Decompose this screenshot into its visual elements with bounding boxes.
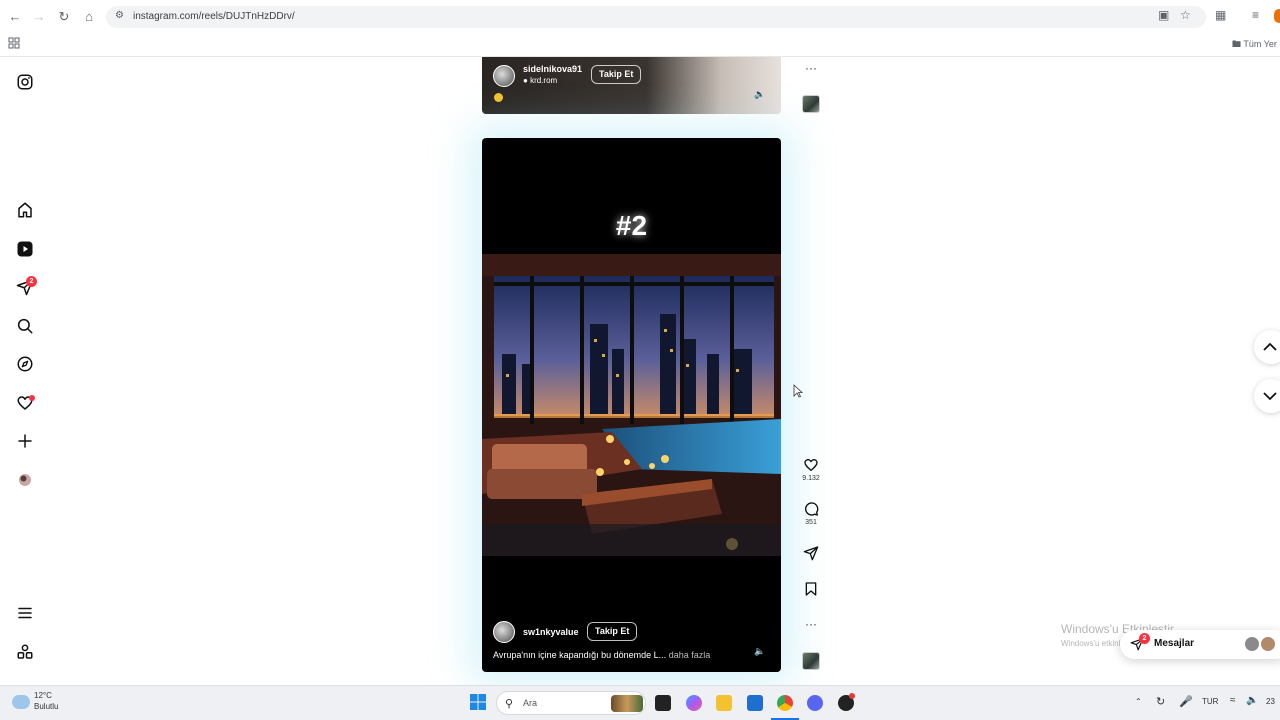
browser-toolbar: ← → ↻ ⌂ ⚙ instagram.com/reels/DUJTnHzDDr… <box>0 0 1280 57</box>
like-heart-icon[interactable] <box>801 457 821 473</box>
comment-icon[interactable] <box>801 501 821 517</box>
comment-count: 351 <box>805 519 817 526</box>
volume-icon[interactable]: 🔈 <box>753 644 767 658</box>
show-hidden-icons[interactable]: ⌃ <box>1135 697 1142 706</box>
messages-nav-icon[interactable]: 2 <box>16 276 37 296</box>
notifications-heart-icon[interactable] <box>16 394 35 412</box>
messages-pill[interactable]: 2 Mesajlar <box>1120 630 1280 659</box>
save-bookmark-icon[interactable] <box>801 581 821 597</box>
previous-reel-username[interactable]: sidelnikova91 <box>523 64 582 74</box>
weather-widget[interactable]: 12°C Bulutlu <box>34 691 58 711</box>
also-from-meta-icon[interactable] <box>16 643 34 661</box>
current-reel[interactable]: #2 sw1nkyvalue Takip Et Avrupa'nın içine… <box>482 138 781 672</box>
forward-icon[interactable]: → <box>30 8 48 26</box>
windows-start-icon[interactable] <box>470 694 486 710</box>
bookmark-star-icon[interactable]: ☆ <box>1180 8 1191 22</box>
chrome-icon[interactable] <box>777 695 793 711</box>
previous-audio-thumbnail[interactable] <box>802 95 820 113</box>
app-notification-dot <box>849 693 855 699</box>
copilot-icon[interactable] <box>686 695 702 711</box>
create-plus-icon[interactable] <box>16 432 34 450</box>
previous-follow-button[interactable]: Takip Et <box>591 65 642 84</box>
user-icon: ● <box>523 76 531 85</box>
speaker-icon[interactable]: 🔈 <box>1246 695 1258 706</box>
chevron-up-icon <box>1263 342 1277 351</box>
extensions-icon[interactable]: ▦ <box>1215 8 1226 22</box>
store-icon[interactable] <box>747 695 763 711</box>
home-nav-icon[interactable] <box>16 201 34 219</box>
messages-badge: 2 <box>1139 633 1150 644</box>
folder-icon: 🖿 <box>1232 39 1242 49</box>
home-icon[interactable]: ⌂ <box>80 8 98 26</box>
clock[interactable]: 23 <box>1266 697 1275 706</box>
volume-icon[interactable]: 🔈 <box>753 87 767 101</box>
search-nav-icon[interactable] <box>16 317 34 335</box>
audio-thumbnail[interactable] <box>802 652 820 670</box>
address-bar[interactable]: ⚙ instagram.com/reels/DUJTnHzDDrv/ <box>106 6 1206 28</box>
emoji-sticker <box>494 93 503 102</box>
chevron-down-icon <box>1263 392 1277 401</box>
search-highlight-image <box>611 695 643 712</box>
like-count: 9.132 <box>802 475 820 482</box>
previous-reel-audio-label: krd.rom <box>530 76 558 85</box>
reload-icon[interactable]: ↻ <box>55 8 73 26</box>
search-placeholder: Ara <box>523 698 538 708</box>
like-action[interactable]: 9.132 <box>801 457 821 482</box>
discord-icon[interactable] <box>807 695 823 711</box>
file-explorer-icon[interactable] <box>716 695 732 711</box>
caption-text: Avrupa'nın içine kapandığı bu dönemde L.… <box>493 650 667 660</box>
bookmarks-label: Tüm Yer <box>1243 39 1277 49</box>
reel-author-username[interactable]: sw1nkyvalue <box>523 627 579 637</box>
all-bookmarks[interactable]: 🖿 Tüm Yer <box>1232 37 1277 53</box>
search-icon: ⚲ <box>505 698 514 710</box>
profile-avatar[interactable] <box>16 471 34 489</box>
previous-reel-avatar[interactable] <box>493 65 515 87</box>
previous-reel[interactable]: sidelnikova91 ● krd.rom Takip Et 🔈 <box>482 57 781 114</box>
messages-avatar-1 <box>1244 636 1260 652</box>
microphone-icon[interactable]: 🎤 <box>1179 695 1193 708</box>
reel-caption[interactable]: Avrupa'nın içine kapandığı bu dönemde L.… <box>493 650 710 660</box>
wifi-icon[interactable]: ≈ <box>1230 695 1236 706</box>
previous-reel-audio[interactable]: ● krd.rom <box>523 76 557 85</box>
menu-icon[interactable]: ≡ <box>1252 8 1259 22</box>
more-options-icon[interactable]: ··· <box>801 617 821 631</box>
input-language[interactable]: TUR <box>1202 697 1218 706</box>
install-app-icon[interactable]: ▣ <box>1158 8 1169 22</box>
back-icon[interactable]: ← <box>6 8 24 26</box>
messages-label: Mesajlar <box>1154 638 1195 649</box>
weather-temperature: 12°C <box>34 691 52 700</box>
windows-taskbar: 12°C Bulutlu ⚲ Ara ⌃ ↻ 🎤 TUR ≈ 🔈 23 <box>0 685 1280 720</box>
reel-overlay-text: #2 <box>615 210 648 241</box>
previous-reel-button[interactable] <box>1254 330 1280 364</box>
explore-nav-icon[interactable] <box>16 355 34 373</box>
notification-badge: 2 <box>26 276 37 287</box>
profile-avatar[interactable] <box>1274 9 1280 23</box>
messages-avatar-2 <box>1260 636 1276 652</box>
share-icon[interactable] <box>801 545 821 561</box>
mouse-cursor <box>793 384 804 398</box>
caption-more-link[interactable]: daha fazla <box>669 650 711 660</box>
more-menu-icon[interactable] <box>16 604 34 622</box>
next-reel-button[interactable] <box>1254 379 1280 413</box>
weather-condition: Bulutlu <box>34 702 59 711</box>
weather-cloud-icon <box>12 695 30 709</box>
site-settings-icon[interactable]: ⚙ <box>115 10 124 21</box>
activity-dot <box>29 395 35 401</box>
url-text: instagram.com/reels/DUJTnHzDDrv/ <box>133 11 295 22</box>
reel-video-frame[interactable] <box>482 254 781 556</box>
comment-action[interactable]: 351 <box>801 501 821 526</box>
sync-icon[interactable]: ↻ <box>1156 695 1165 708</box>
task-view-icon[interactable] <box>655 695 671 711</box>
taskbar-search[interactable]: ⚲ Ara <box>496 691 646 715</box>
apps-grid-icon[interactable] <box>8 36 20 49</box>
instagram-logo-icon[interactable] <box>16 73 34 91</box>
follow-button[interactable]: Takip Et <box>587 622 638 641</box>
reels-nav-icon[interactable] <box>16 240 34 258</box>
previous-more-icon[interactable]: ··· <box>801 61 821 75</box>
reel-author-avatar[interactable] <box>493 621 515 643</box>
